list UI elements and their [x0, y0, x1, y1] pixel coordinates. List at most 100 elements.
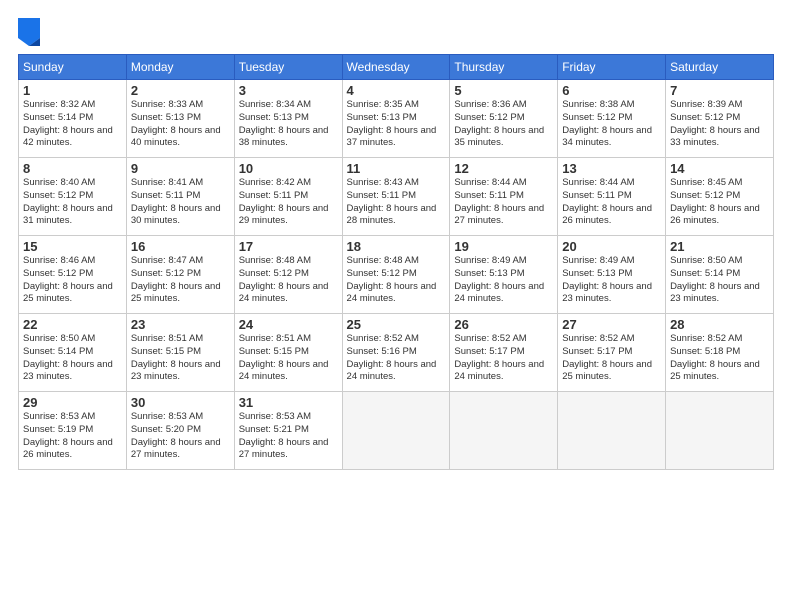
day-number: 27	[562, 317, 661, 332]
day-number: 4	[347, 83, 446, 98]
day-cell: 14Sunrise: 8:45 AMSunset: 5:12 PMDayligh…	[666, 158, 774, 236]
day-info: Sunrise: 8:48 AMSunset: 5:12 PMDaylight:…	[239, 255, 338, 306]
day-number: 25	[347, 317, 446, 332]
day-number: 1	[23, 83, 122, 98]
day-cell: 20Sunrise: 8:49 AMSunset: 5:13 PMDayligh…	[558, 236, 666, 314]
day-cell: 24Sunrise: 8:51 AMSunset: 5:15 PMDayligh…	[234, 314, 342, 392]
day-cell: 3Sunrise: 8:34 AMSunset: 5:13 PMDaylight…	[234, 80, 342, 158]
day-info: Sunrise: 8:45 AMSunset: 5:12 PMDaylight:…	[670, 177, 769, 228]
day-info: Sunrise: 8:35 AMSunset: 5:13 PMDaylight:…	[347, 99, 446, 150]
day-cell: 21Sunrise: 8:50 AMSunset: 5:14 PMDayligh…	[666, 236, 774, 314]
week-row-2: 8Sunrise: 8:40 AMSunset: 5:12 PMDaylight…	[19, 158, 774, 236]
header	[18, 18, 774, 46]
week-row-3: 15Sunrise: 8:46 AMSunset: 5:12 PMDayligh…	[19, 236, 774, 314]
day-number: 5	[454, 83, 553, 98]
day-cell: 16Sunrise: 8:47 AMSunset: 5:12 PMDayligh…	[126, 236, 234, 314]
logo	[18, 18, 44, 46]
logo-icon	[18, 18, 40, 46]
day-cell: 15Sunrise: 8:46 AMSunset: 5:12 PMDayligh…	[19, 236, 127, 314]
day-cell: 26Sunrise: 8:52 AMSunset: 5:17 PMDayligh…	[450, 314, 558, 392]
day-info: Sunrise: 8:49 AMSunset: 5:13 PMDaylight:…	[562, 255, 661, 306]
day-number: 7	[670, 83, 769, 98]
day-info: Sunrise: 8:53 AMSunset: 5:20 PMDaylight:…	[131, 411, 230, 462]
day-info: Sunrise: 8:43 AMSunset: 5:11 PMDaylight:…	[347, 177, 446, 228]
day-number: 26	[454, 317, 553, 332]
day-number: 12	[454, 161, 553, 176]
day-header-thursday: Thursday	[450, 55, 558, 80]
day-cell: 7Sunrise: 8:39 AMSunset: 5:12 PMDaylight…	[666, 80, 774, 158]
day-cell: 2Sunrise: 8:33 AMSunset: 5:13 PMDaylight…	[126, 80, 234, 158]
day-info: Sunrise: 8:39 AMSunset: 5:12 PMDaylight:…	[670, 99, 769, 150]
day-number: 3	[239, 83, 338, 98]
day-info: Sunrise: 8:53 AMSunset: 5:21 PMDaylight:…	[239, 411, 338, 462]
day-cell: 13Sunrise: 8:44 AMSunset: 5:11 PMDayligh…	[558, 158, 666, 236]
calendar-table: SundayMondayTuesdayWednesdayThursdayFrid…	[18, 54, 774, 470]
day-number: 21	[670, 239, 769, 254]
day-cell: 25Sunrise: 8:52 AMSunset: 5:16 PMDayligh…	[342, 314, 450, 392]
day-cell	[666, 392, 774, 470]
day-number: 28	[670, 317, 769, 332]
day-number: 18	[347, 239, 446, 254]
day-info: Sunrise: 8:51 AMSunset: 5:15 PMDaylight:…	[131, 333, 230, 384]
day-header-wednesday: Wednesday	[342, 55, 450, 80]
day-cell: 9Sunrise: 8:41 AMSunset: 5:11 PMDaylight…	[126, 158, 234, 236]
day-info: Sunrise: 8:36 AMSunset: 5:12 PMDaylight:…	[454, 99, 553, 150]
day-info: Sunrise: 8:40 AMSunset: 5:12 PMDaylight:…	[23, 177, 122, 228]
day-header-monday: Monday	[126, 55, 234, 80]
day-info: Sunrise: 8:48 AMSunset: 5:12 PMDaylight:…	[347, 255, 446, 306]
day-header-sunday: Sunday	[19, 55, 127, 80]
day-info: Sunrise: 8:53 AMSunset: 5:19 PMDaylight:…	[23, 411, 122, 462]
day-cell: 17Sunrise: 8:48 AMSunset: 5:12 PMDayligh…	[234, 236, 342, 314]
day-cell: 23Sunrise: 8:51 AMSunset: 5:15 PMDayligh…	[126, 314, 234, 392]
day-info: Sunrise: 8:38 AMSunset: 5:12 PMDaylight:…	[562, 99, 661, 150]
day-cell: 5Sunrise: 8:36 AMSunset: 5:12 PMDaylight…	[450, 80, 558, 158]
day-cell: 30Sunrise: 8:53 AMSunset: 5:20 PMDayligh…	[126, 392, 234, 470]
day-number: 2	[131, 83, 230, 98]
day-number: 6	[562, 83, 661, 98]
day-info: Sunrise: 8:50 AMSunset: 5:14 PMDaylight:…	[670, 255, 769, 306]
day-cell: 6Sunrise: 8:38 AMSunset: 5:12 PMDaylight…	[558, 80, 666, 158]
day-cell	[558, 392, 666, 470]
week-row-5: 29Sunrise: 8:53 AMSunset: 5:19 PMDayligh…	[19, 392, 774, 470]
day-info: Sunrise: 8:52 AMSunset: 5:17 PMDaylight:…	[454, 333, 553, 384]
day-header-friday: Friday	[558, 55, 666, 80]
day-cell	[342, 392, 450, 470]
day-number: 24	[239, 317, 338, 332]
day-number: 9	[131, 161, 230, 176]
day-number: 17	[239, 239, 338, 254]
day-cell: 8Sunrise: 8:40 AMSunset: 5:12 PMDaylight…	[19, 158, 127, 236]
day-info: Sunrise: 8:33 AMSunset: 5:13 PMDaylight:…	[131, 99, 230, 150]
day-cell: 4Sunrise: 8:35 AMSunset: 5:13 PMDaylight…	[342, 80, 450, 158]
day-info: Sunrise: 8:34 AMSunset: 5:13 PMDaylight:…	[239, 99, 338, 150]
day-number: 23	[131, 317, 230, 332]
day-cell: 19Sunrise: 8:49 AMSunset: 5:13 PMDayligh…	[450, 236, 558, 314]
week-row-4: 22Sunrise: 8:50 AMSunset: 5:14 PMDayligh…	[19, 314, 774, 392]
day-info: Sunrise: 8:50 AMSunset: 5:14 PMDaylight:…	[23, 333, 122, 384]
day-number: 13	[562, 161, 661, 176]
day-cell	[450, 392, 558, 470]
day-number: 16	[131, 239, 230, 254]
day-number: 20	[562, 239, 661, 254]
day-info: Sunrise: 8:44 AMSunset: 5:11 PMDaylight:…	[454, 177, 553, 228]
day-cell: 31Sunrise: 8:53 AMSunset: 5:21 PMDayligh…	[234, 392, 342, 470]
day-info: Sunrise: 8:32 AMSunset: 5:14 PMDaylight:…	[23, 99, 122, 150]
day-info: Sunrise: 8:42 AMSunset: 5:11 PMDaylight:…	[239, 177, 338, 228]
day-cell: 10Sunrise: 8:42 AMSunset: 5:11 PMDayligh…	[234, 158, 342, 236]
day-cell: 22Sunrise: 8:50 AMSunset: 5:14 PMDayligh…	[19, 314, 127, 392]
day-number: 31	[239, 395, 338, 410]
day-info: Sunrise: 8:52 AMSunset: 5:17 PMDaylight:…	[562, 333, 661, 384]
day-info: Sunrise: 8:47 AMSunset: 5:12 PMDaylight:…	[131, 255, 230, 306]
day-cell: 1Sunrise: 8:32 AMSunset: 5:14 PMDaylight…	[19, 80, 127, 158]
week-row-1: 1Sunrise: 8:32 AMSunset: 5:14 PMDaylight…	[19, 80, 774, 158]
day-number: 15	[23, 239, 122, 254]
day-info: Sunrise: 8:44 AMSunset: 5:11 PMDaylight:…	[562, 177, 661, 228]
day-cell: 27Sunrise: 8:52 AMSunset: 5:17 PMDayligh…	[558, 314, 666, 392]
day-cell: 29Sunrise: 8:53 AMSunset: 5:19 PMDayligh…	[19, 392, 127, 470]
day-info: Sunrise: 8:52 AMSunset: 5:16 PMDaylight:…	[347, 333, 446, 384]
day-info: Sunrise: 8:49 AMSunset: 5:13 PMDaylight:…	[454, 255, 553, 306]
day-cell: 11Sunrise: 8:43 AMSunset: 5:11 PMDayligh…	[342, 158, 450, 236]
day-info: Sunrise: 8:52 AMSunset: 5:18 PMDaylight:…	[670, 333, 769, 384]
day-number: 29	[23, 395, 122, 410]
day-number: 10	[239, 161, 338, 176]
day-cell: 18Sunrise: 8:48 AMSunset: 5:12 PMDayligh…	[342, 236, 450, 314]
